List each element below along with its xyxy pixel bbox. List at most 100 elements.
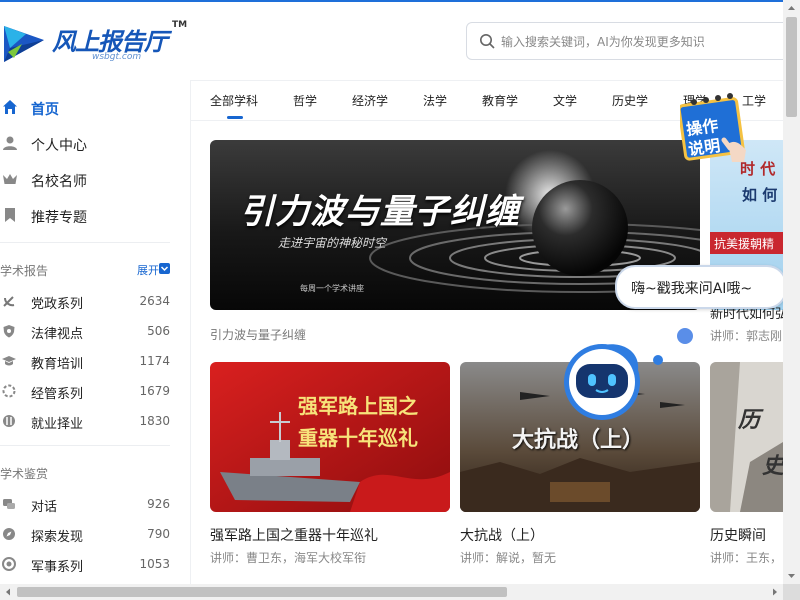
category-count: 2634 <box>139 294 170 308</box>
category-label: 法律视点 <box>31 327 84 342</box>
tab-literature[interactable]: 文学 <box>553 92 577 109</box>
operation-guide-badge[interactable]: 操作 说明 <box>680 92 770 164</box>
graduation-cap-icon <box>2 356 16 366</box>
lecture-card-lecturer: 讲师：曹卫东，海军大校军衔 <box>210 551 367 565</box>
lecture-card-image[interactable]: 历 史 <box>710 362 783 512</box>
tab-law[interactable]: 法学 <box>423 92 447 109</box>
operation-guide-text-2: 说明 <box>687 135 722 160</box>
sidebar-divider <box>0 242 170 243</box>
category-item[interactable]: 对话 926 <box>0 494 172 516</box>
category-label: 经管系列 <box>31 387 84 402</box>
sidebar-item-famous-schools[interactable]: 名校名师 <box>0 166 190 196</box>
category-count: 1830 <box>139 414 170 428</box>
banner-subtitle: 走进宇宙的神秘时空 <box>278 236 387 250</box>
ai-robot-mascot[interactable] <box>560 340 670 430</box>
side-card-ribbon: 抗美援朝精 <box>710 232 783 254</box>
horizontal-scroll-thumb[interactable] <box>17 587 507 597</box>
lecture-card-title[interactable]: 大抗战（上） <box>460 525 544 545</box>
briefcase-icon <box>3 415 15 427</box>
search-icon[interactable] <box>479 33 495 49</box>
category-item[interactable]: 法律视点 506 <box>0 321 172 343</box>
sidebar-item-label: 推荐专题 <box>31 210 87 226</box>
card-image-text-1: 强军路上国之 <box>298 394 418 418</box>
category-item[interactable]: 党政系列 2634 <box>0 291 172 313</box>
category-item[interactable]: 经管系列 1679 <box>0 381 172 403</box>
category-label: 军事系列 <box>31 560 84 575</box>
banner-tagline: 每周一个学术讲座 <box>300 284 364 293</box>
category-count: 790 <box>147 527 170 541</box>
sidebar-divider <box>0 445 170 446</box>
category-count: 1174 <box>139 354 170 368</box>
site-logo[interactable]: 风上报告厅 TM wsbgt.com <box>0 18 190 70</box>
category-label: 教育培训 <box>31 357 84 372</box>
category-count: 926 <box>147 497 170 511</box>
chat-icon <box>3 499 15 509</box>
side-card-text-2: 如 何 <box>742 186 778 204</box>
tab-history[interactable]: 历史学 <box>612 92 648 109</box>
category-item[interactable]: 教育培训 1174 <box>0 351 172 373</box>
ai-bubble-text: 嗨~戳我来问AI哦~ <box>631 281 753 297</box>
lecture-card-title[interactable]: 强军路上国之重器十年巡礼 <box>210 525 378 545</box>
tab-economics[interactable]: 经济学 <box>352 92 388 109</box>
category-item[interactable]: 军事系列 1053 <box>0 554 172 576</box>
logo-mark-icon <box>4 26 44 62</box>
sidebar-item-label: 首页 <box>31 102 59 118</box>
side-card-text-3: 抗美援朝精 <box>714 237 775 251</box>
carousel-dot[interactable] <box>677 328 693 344</box>
category-label: 探索发现 <box>31 530 84 545</box>
card-image-text-2: 史 <box>762 454 783 479</box>
banner-title: 引力波与量子纠缠 <box>240 192 520 232</box>
tab-all[interactable]: 全部学科 <box>210 92 258 109</box>
military-icon <box>2 557 16 571</box>
home-icon <box>3 100 17 114</box>
category-label: 党政系列 <box>31 297 84 312</box>
scroll-down-icon[interactable] <box>783 567 800 584</box>
category-label: 就业择业 <box>31 417 84 432</box>
category-item[interactable]: 探索发现 790 <box>0 524 172 546</box>
party-emblem-icon <box>3 296 15 307</box>
tab-education[interactable]: 教育学 <box>482 92 518 109</box>
sidebar-item-label: 个人中心 <box>31 138 87 154</box>
sidebar-item-profile[interactable]: 个人中心 <box>0 130 190 160</box>
search-input[interactable]: 输入搜索关键词，AI为你发现更多知识 <box>466 22 798 60</box>
card-image-text-2: 重器十年巡礼 <box>298 426 418 450</box>
active-tab-indicator <box>227 116 243 119</box>
shield-icon <box>3 325 15 338</box>
chart-icon <box>2 384 16 398</box>
search-placeholder: 输入搜索关键词，AI为你发现更多知识 <box>501 35 705 49</box>
compass-icon <box>3 528 15 540</box>
lecture-card-lecturer: 讲师：王东， <box>710 551 783 565</box>
lecture-card-image[interactable]: 强军路上国之 重器十年巡礼 <box>210 362 450 512</box>
expand-link[interactable]: 展开 <box>137 262 159 278</box>
header: 风上报告厅 TM wsbgt.com 输入搜索关键词，AI为你发现更多知识 <box>0 2 798 81</box>
ai-assistant-bubble[interactable]: 嗨~戳我来问AI哦~ <box>615 265 787 309</box>
category-label: 对话 <box>31 500 58 515</box>
sidebar-item-home[interactable]: 首页 <box>0 94 190 124</box>
sidebar-item-recommended[interactable]: 推荐专题 <box>0 202 190 232</box>
vertical-scroll-thumb[interactable] <box>786 17 797 117</box>
category-count: 1679 <box>139 384 170 398</box>
category-item[interactable]: 就业择业 1830 <box>0 411 172 433</box>
scroll-left-icon[interactable] <box>0 584 17 600</box>
scroll-right-icon[interactable] <box>766 584 783 600</box>
card-artwork-history <box>710 362 783 512</box>
sidebar: 首页 个人中心 名校名师 推荐专题 学术报告 展开 党政系列 2634 法律视点… <box>0 80 191 584</box>
chevron-down-icon[interactable] <box>159 263 170 274</box>
bookmark-icon <box>5 208 15 222</box>
horizontal-scrollbar[interactable] <box>0 584 783 600</box>
logo-domain: wsbgt.com <box>92 52 142 62</box>
crown-icon <box>3 174 17 184</box>
user-icon <box>3 136 17 150</box>
sidebar-item-label: 名校名师 <box>31 174 87 190</box>
robot-icon <box>564 344 663 420</box>
lecture-card-lecturer: 讲师：解说，暂无 <box>460 551 557 565</box>
scroll-up-icon[interactable] <box>783 0 800 17</box>
tab-philosophy[interactable]: 哲学 <box>293 92 317 109</box>
side-card-lecturer: 讲师：郭志刚 <box>710 329 783 343</box>
lecture-card-title[interactable]: 历史瞬间 <box>710 525 766 545</box>
vertical-scrollbar[interactable] <box>783 0 800 584</box>
category-count: 1053 <box>139 557 170 571</box>
logo-trademark: TM <box>172 20 188 30</box>
banner-caption: 引力波与量子纠缠 <box>210 328 307 342</box>
scrollbar-corner <box>783 584 800 600</box>
